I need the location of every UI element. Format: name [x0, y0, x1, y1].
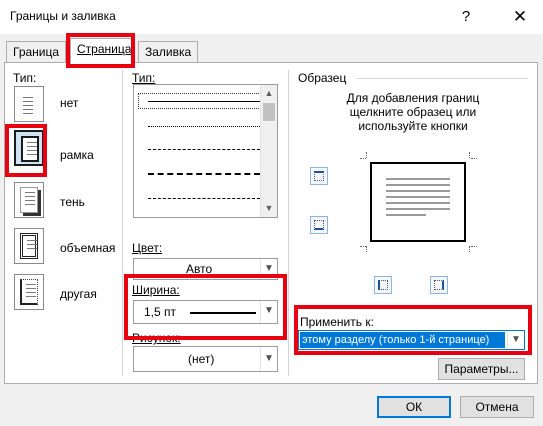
width-select-value: 1,5 пт	[144, 305, 177, 319]
width-sample-line	[190, 312, 256, 314]
left-border-button[interactable]	[374, 276, 392, 294]
corner-mark	[360, 246, 366, 247]
tab-shading-label: Заливка	[145, 45, 192, 59]
apply-to-label-text: Применить к:	[300, 315, 374, 329]
column-divider	[288, 70, 289, 376]
scroll-thumb[interactable]	[263, 103, 275, 121]
preview-header: Образец	[298, 71, 347, 85]
chevron-down-icon[interactable]: ▼	[260, 301, 277, 323]
setting-custom-label[interactable]: другая	[60, 287, 97, 301]
setting-none-icon[interactable]	[14, 86, 44, 122]
setting-box-icon[interactable]	[14, 130, 44, 166]
setting-shadow-label[interactable]: тень	[60, 195, 85, 209]
scroll-up-icon[interactable]: ▲	[261, 85, 277, 101]
instruction-line: Для добавления границ	[346, 91, 480, 105]
color-label: Цвет:	[132, 241, 163, 255]
options-button[interactable]: Параметры...	[438, 358, 525, 380]
preview-header-rule	[356, 78, 528, 79]
style-header: Тип:	[132, 71, 156, 85]
art-select[interactable]: (нет) ▼	[133, 346, 278, 372]
setting-shadow-icon[interactable]	[14, 182, 44, 218]
column-divider	[122, 70, 123, 376]
help-icon[interactable]: ?	[452, 4, 480, 30]
scroll-down-icon[interactable]: ▼	[261, 200, 277, 216]
instruction-line: щелкните образец или	[349, 105, 477, 119]
apply-to-value: этому разделу (только 1-й странице)	[300, 332, 505, 348]
line-style-dash-dot[interactable]	[148, 198, 260, 199]
corner-mark	[469, 246, 470, 252]
apply-to-label: Применить к:	[300, 315, 374, 329]
corner-mark	[471, 158, 477, 159]
line-style-list[interactable]: ▲ ▼	[133, 84, 278, 218]
setting-3d-label[interactable]: объемная	[60, 241, 115, 255]
bottom-border-button[interactable]	[310, 216, 328, 234]
top-border-button[interactable]	[310, 167, 328, 185]
chevron-down-icon[interactable]: ▼	[260, 347, 277, 371]
tab-borders-label: Граница	[13, 45, 60, 59]
settings-header: Тип:	[13, 71, 37, 85]
borders-and-shading-dialog: Границы и заливка ? ✕ Граница Страница З…	[0, 0, 543, 426]
tab-borders[interactable]: Граница	[6, 41, 67, 63]
corner-mark	[469, 152, 470, 158]
setting-none-label[interactable]: нет	[60, 96, 78, 110]
width-label: Ширина:	[132, 283, 180, 297]
tab-shading[interactable]: Заливка	[138, 41, 199, 63]
apply-to-select[interactable]: этому разделу (только 1-й странице) ▼	[298, 330, 525, 350]
line-style-selection	[138, 93, 263, 109]
corner-mark	[366, 152, 367, 158]
art-label: Рисунок:	[132, 331, 181, 345]
border-preview[interactable]	[370, 162, 466, 242]
instruction-line: используйте кнопки	[358, 119, 468, 133]
corner-mark	[471, 246, 477, 247]
tab-page-border[interactable]: Страница	[70, 38, 132, 64]
art-select-value: (нет)	[188, 352, 215, 366]
preview-instructions: Для добавления границ щелкните образец и…	[296, 91, 530, 133]
tab-page-border-label: Страница	[77, 42, 132, 56]
right-border-button[interactable]	[430, 276, 448, 294]
width-select[interactable]: 1,5 пт ▼	[133, 300, 278, 324]
dialog-title: Границы и заливка	[10, 9, 116, 23]
color-select-value: Авто	[186, 262, 213, 276]
line-style-dashed[interactable]	[148, 173, 260, 175]
setting-3d-icon[interactable]	[14, 228, 44, 264]
chevron-down-icon[interactable]: ▼	[260, 259, 277, 279]
close-icon[interactable]: ✕	[506, 4, 534, 30]
corner-mark	[360, 158, 366, 159]
cancel-button[interactable]: Отмена	[460, 396, 534, 418]
setting-custom-icon[interactable]	[14, 274, 44, 310]
corner-mark	[366, 246, 367, 252]
color-select[interactable]: Авто ▼	[133, 258, 278, 280]
ok-button[interactable]: ОК	[377, 396, 451, 418]
setting-box-label[interactable]: рамка	[60, 148, 94, 162]
line-style-dashed-small[interactable]	[148, 149, 260, 150]
line-style-scrollbar[interactable]: ▲ ▼	[260, 85, 277, 217]
title-bar: Границы и заливка ? ✕	[0, 0, 543, 34]
line-style-dotted[interactable]	[148, 126, 260, 127]
chevron-down-icon[interactable]: ▼	[507, 331, 524, 349]
